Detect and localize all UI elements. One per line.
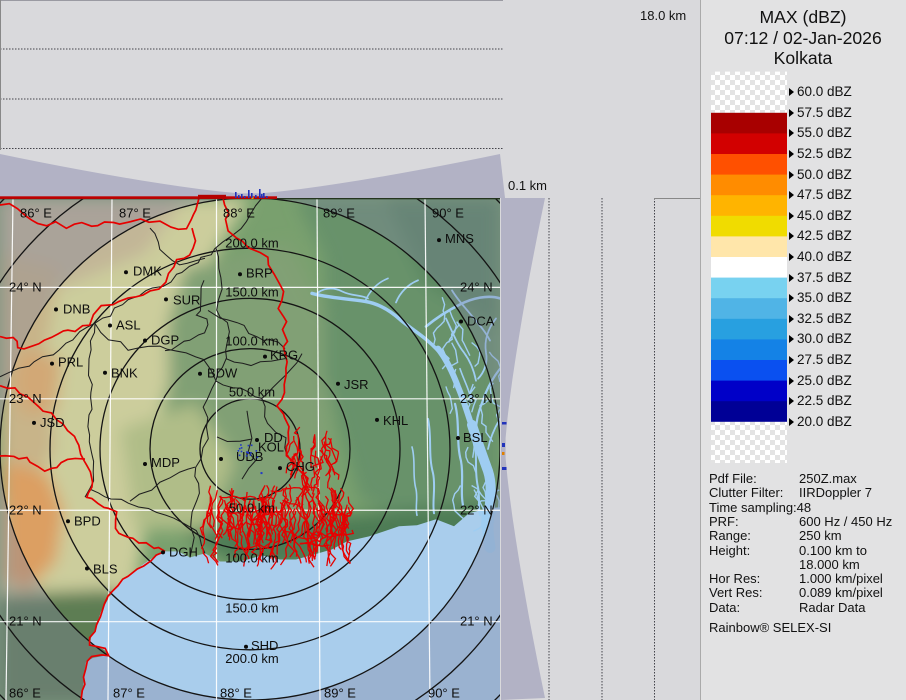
svg-text:JSD: JSD xyxy=(40,415,65,430)
svg-text:BRP: BRP xyxy=(246,265,273,280)
svg-text:MNS: MNS xyxy=(445,231,474,246)
svg-text:BDW: BDW xyxy=(207,366,238,381)
svg-text:24° N: 24° N xyxy=(9,279,42,294)
svg-text:21° N: 21° N xyxy=(9,614,42,629)
svg-text:BSL: BSL xyxy=(463,430,488,445)
svg-text:88° E: 88° E xyxy=(220,685,252,700)
svg-text:22° N: 22° N xyxy=(460,502,493,517)
svg-text:50.0 km: 50.0 km xyxy=(229,500,275,515)
svg-text:KRG: KRG xyxy=(270,348,298,363)
svg-text:50.0 km: 50.0 km xyxy=(229,384,275,399)
svg-text:200.0 km: 200.0 km xyxy=(225,236,278,251)
svg-text:KOL: KOL xyxy=(258,439,284,454)
svg-text:90° E: 90° E xyxy=(432,206,464,221)
svg-text:JSR: JSR xyxy=(344,377,369,392)
svg-text:MDP: MDP xyxy=(151,455,180,470)
svg-text:DGH: DGH xyxy=(169,544,198,559)
svg-text:86° E: 86° E xyxy=(20,206,52,221)
svg-text:KHL: KHL xyxy=(383,413,408,428)
svg-text:ASL: ASL xyxy=(116,318,141,333)
svg-text:150.0 km: 150.0 km xyxy=(225,284,278,299)
svg-text:90° E: 90° E xyxy=(428,685,460,700)
svg-text:DGP: DGP xyxy=(151,333,179,348)
svg-text:21° N: 21° N xyxy=(460,614,493,629)
svg-text:DCA: DCA xyxy=(467,313,495,328)
svg-text:86° E: 86° E xyxy=(9,685,41,700)
svg-text:200.0 km: 200.0 km xyxy=(225,651,278,666)
svg-text:CHG: CHG xyxy=(286,459,315,474)
svg-text:150.0 km: 150.0 km xyxy=(225,601,278,616)
svg-text:SUR: SUR xyxy=(173,292,200,307)
svg-text:BNK: BNK xyxy=(111,366,138,381)
svg-text:100.0 km: 100.0 km xyxy=(225,550,278,565)
svg-text:DNB: DNB xyxy=(63,301,90,316)
svg-text:88° E: 88° E xyxy=(223,206,255,221)
svg-text:PRL: PRL xyxy=(58,355,83,370)
svg-text:22° N: 22° N xyxy=(9,502,42,517)
svg-text:100.0 km: 100.0 km xyxy=(225,334,278,349)
svg-text:87° E: 87° E xyxy=(119,206,151,221)
svg-text:87° E: 87° E xyxy=(113,685,145,700)
svg-text:24° N: 24° N xyxy=(460,279,493,294)
svg-text:23° N: 23° N xyxy=(460,391,493,406)
svg-text:23° N: 23° N xyxy=(9,391,42,406)
svg-text:DMK: DMK xyxy=(133,263,162,278)
svg-text:BLS: BLS xyxy=(93,561,118,576)
svg-text:89° E: 89° E xyxy=(323,206,355,221)
svg-text:BPD: BPD xyxy=(74,513,101,528)
svg-text:89° E: 89° E xyxy=(324,685,356,700)
